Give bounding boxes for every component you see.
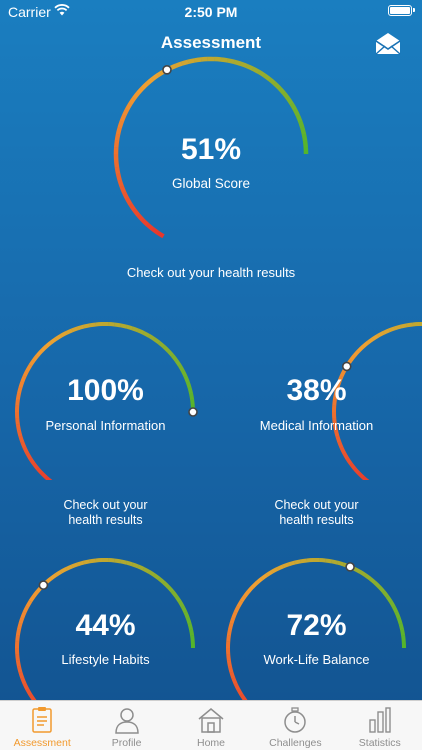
gauge-arc-segment — [28, 594, 36, 603]
gauge-arc-segment — [243, 590, 251, 598]
gauge-worklife-marker — [345, 562, 355, 572]
gauge-arc-segment — [330, 559, 338, 565]
gauge-arc-segment — [251, 581, 259, 589]
gauge-arc-segment — [71, 562, 79, 569]
gauge-arc-segment — [388, 600, 396, 608]
gauge-arc-segment — [368, 577, 377, 585]
gauge-arc-segment — [177, 600, 185, 608]
gauge-lifestyle-value: 44% — [75, 609, 136, 642]
gauge-arc-segment — [131, 562, 139, 569]
gauge-arc-segment — [174, 595, 182, 603]
gauge-arc-segment — [25, 600, 33, 608]
gauge-arc-segment — [59, 567, 68, 574]
gauge-arc-segment — [54, 569, 63, 577]
gauge-arc-segment — [358, 570, 367, 577]
gauge-arc-segment — [282, 562, 290, 569]
gauge-arc-segment — [364, 573, 372, 581]
gauge-arc-segment — [20, 677, 27, 685]
gauge-lifestyle-arc — [15, 558, 196, 700]
gauge-arc-segment — [353, 567, 362, 574]
tab-profile-label: Profile — [111, 737, 142, 749]
house-icon — [198, 708, 224, 733]
gauge-arc-segment — [49, 573, 58, 581]
gauge-arc-segment — [324, 558, 332, 564]
gauge-lifestyle-marker — [38, 580, 49, 590]
gauge-arc-segment — [22, 682, 30, 691]
gauge-arc-segment — [294, 559, 302, 565]
gauge-worklife-label: Work-Life Balance — [263, 652, 370, 667]
gauge-arc-segment — [373, 581, 381, 589]
gauge-arc-segment — [336, 560, 344, 567]
gauge-arc-segment — [300, 558, 308, 564]
gauge-arc-segment — [137, 564, 145, 571]
gauge-arc-segment — [276, 564, 284, 571]
gauge-arc-segment — [162, 581, 170, 589]
gauge-arc-segment — [28, 693, 36, 700]
clipboard-icon — [32, 707, 52, 733]
gauge-arc-segment — [25, 688, 33, 696]
gauge-arc-segment — [113, 558, 121, 564]
gauge-arc-segment — [239, 594, 247, 603]
gauge-arc-segment — [83, 559, 91, 565]
gauge-arc-segment — [170, 590, 178, 598]
gauge-worklife[interactable]: 72% Work-Life Balance — [211, 0, 422, 700]
gauge-arc-segment — [166, 585, 175, 593]
gauge-arc-segment — [153, 573, 161, 581]
gauge-arc-segment — [270, 567, 279, 574]
gauge-arc-segment — [236, 600, 244, 608]
gauge-worklife-value: 72% — [286, 609, 347, 642]
tab-home-label: Home — [196, 737, 225, 749]
gauge-arc-segment — [227, 665, 234, 673]
gauge-arc-segment — [77, 560, 85, 567]
gauge-arc-segment — [89, 558, 97, 564]
tab-bar: Assessment Profile Home Challenges Stati… — [0, 700, 422, 750]
tab-challenges[interactable]: Challenges — [253, 701, 337, 750]
gauge-arc-segment — [147, 570, 156, 577]
gauge-arc-segment — [236, 688, 244, 696]
gauge-arc-segment — [125, 560, 133, 567]
gauge-arc-segment — [231, 677, 238, 685]
tab-profile[interactable]: Profile — [84, 701, 168, 750]
gauge-arc-segment — [119, 559, 127, 565]
tab-statistics[interactable]: Statistics — [338, 701, 422, 750]
bar-chart-icon — [369, 707, 391, 733]
tab-statistics-label: Statistics — [358, 737, 401, 749]
gauge-worklife-arc — [226, 558, 407, 700]
gauge-arc-segment — [18, 671, 25, 679]
gauge-arc-segment — [233, 682, 241, 691]
gauge-arc-segment — [385, 595, 393, 603]
gauge-arc-segment — [16, 665, 23, 673]
gauge-arc-segment — [288, 560, 296, 567]
tab-assessment-label: Assessment — [13, 737, 71, 749]
gauge-arc-segment — [239, 693, 247, 700]
gauge-arc-segment — [65, 564, 73, 571]
gauge-arc-segment — [229, 671, 236, 679]
gauge-arc-segment — [265, 569, 274, 577]
gauge-arc-segment — [260, 573, 269, 581]
tab-home[interactable]: Home — [169, 701, 253, 750]
gauge-arc-segment — [377, 585, 386, 593]
gauge-arc-segment — [142, 567, 151, 574]
gauge-arc-segment — [32, 590, 40, 598]
gauge-arc-segment — [381, 590, 389, 598]
stopwatch-icon — [284, 707, 307, 733]
tab-assessment[interactable]: Assessment — [0, 701, 84, 750]
person-icon — [114, 708, 139, 734]
gauge-lifestyle-label: Lifestyle Habits — [61, 652, 150, 667]
gauge-arc-segment — [255, 577, 264, 585]
gauge-arc-segment — [157, 577, 166, 585]
tab-challenges-label: Challenges — [269, 737, 322, 749]
gauge-arc-segment — [247, 585, 255, 593]
gauge-lifestyle[interactable]: 44% Lifestyle Habits — [0, 0, 211, 700]
